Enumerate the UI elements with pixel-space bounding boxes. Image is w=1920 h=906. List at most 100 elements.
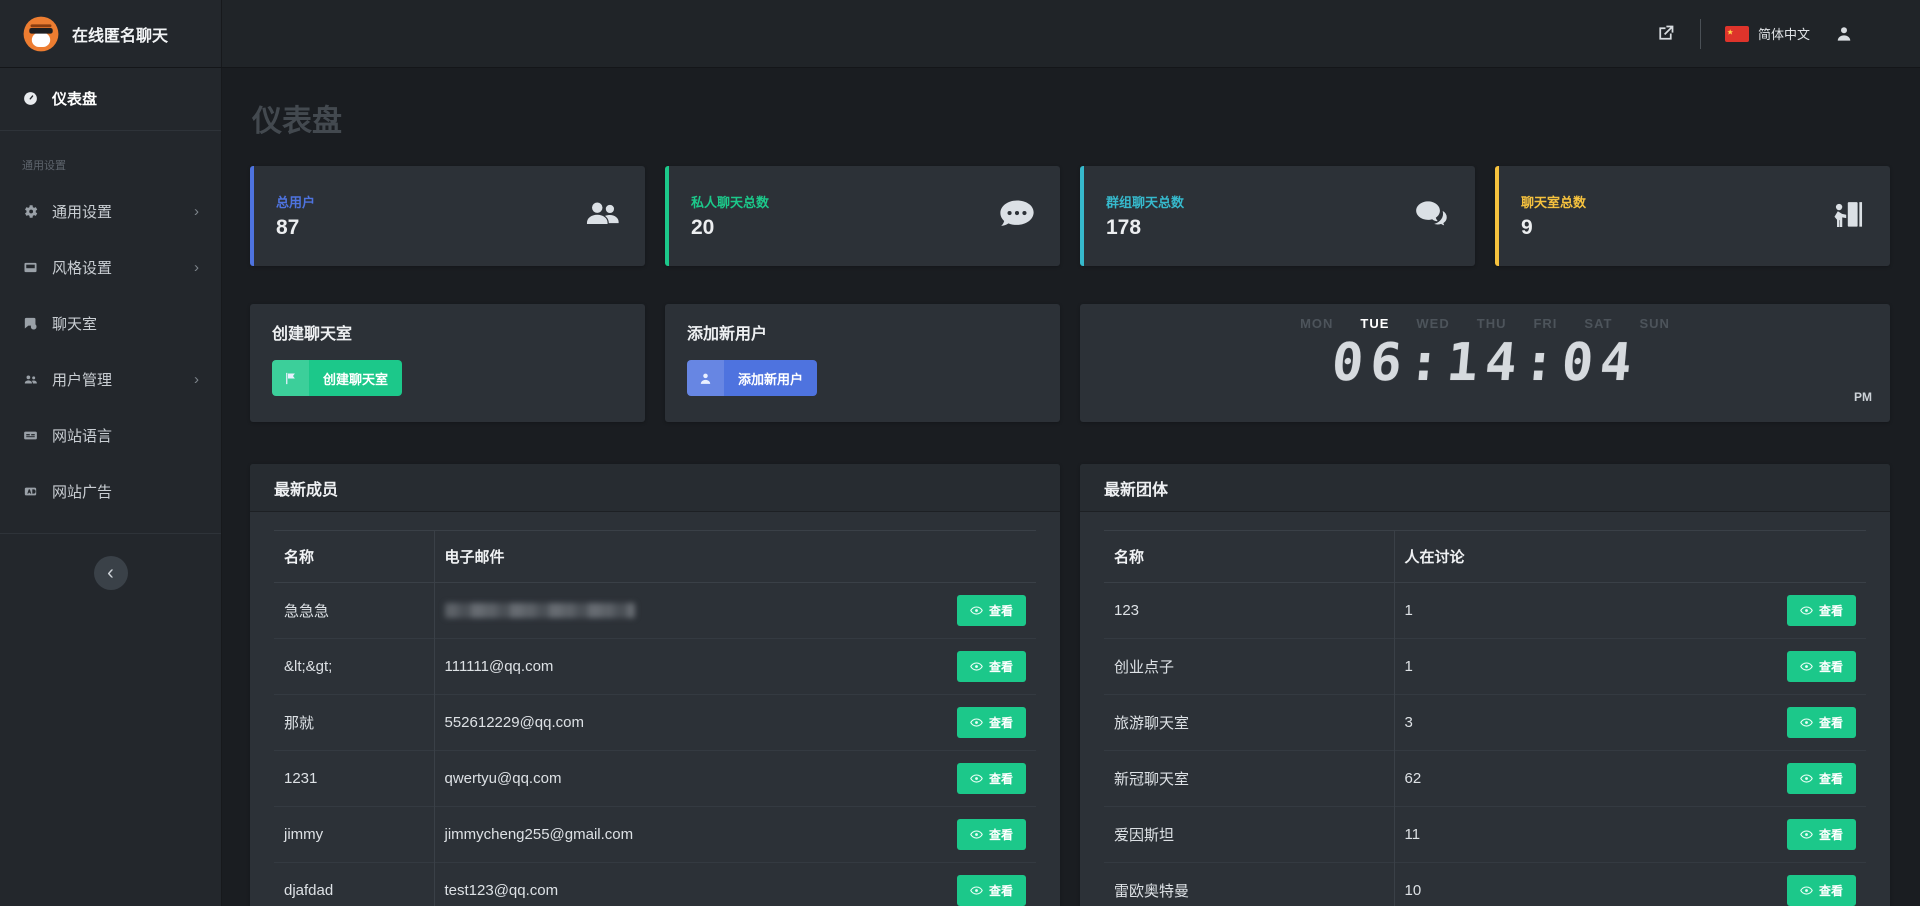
eye-icon	[1800, 660, 1813, 673]
member-email: test123@qq.com	[434, 863, 946, 906]
app-brand[interactable]: 在线匿名聊天	[0, 0, 222, 67]
clock-day: SAT	[1584, 316, 1612, 331]
eye-icon	[970, 604, 983, 617]
latest-members-card: 最新成员 名称 电子邮件 急急急查看&lt;&gt;111111@qq.com查…	[250, 464, 1060, 906]
view-button[interactable]: 查看	[957, 651, 1026, 682]
view-button[interactable]: 查看	[957, 819, 1026, 850]
member-row: 1231qwertyu@qq.com查看	[274, 751, 1036, 807]
view-button[interactable]: 查看	[1787, 875, 1856, 906]
stat-value: 20	[691, 216, 769, 240]
sidebar-item-label: 网站广告	[52, 481, 112, 502]
column-header-actions	[1776, 531, 1866, 583]
stat-card-group-chats: 群组聊天总数 178	[1080, 166, 1475, 266]
language-selector[interactable]: 简体中文	[1725, 24, 1810, 43]
latest-groups-title: 最新团体	[1104, 476, 1168, 500]
group-name: 爱因斯坦	[1104, 807, 1394, 863]
member-row: djafdadtest123@qq.com查看	[274, 863, 1036, 906]
create-room-button[interactable]: 创建聊天室	[272, 360, 402, 396]
dashboard-icon	[22, 89, 40, 107]
clock-card: MONTUEWEDTHUFRISATSUN 06:14:04 PM	[1080, 304, 1890, 422]
redacted-email	[445, 603, 635, 618]
sidebar-item-dashboard[interactable]: 仪表盘	[0, 76, 221, 120]
eye-icon	[1800, 604, 1813, 617]
groups-table: 名称 人在讨论 1231查看创业点子1查看旅游聊天室3查看新冠聊天室62查看爱因…	[1104, 530, 1866, 906]
users-icon	[22, 370, 40, 388]
column-header-actions	[946, 531, 1036, 583]
sidebar-item-user-management[interactable]: 用户管理 ›	[0, 351, 221, 407]
group-name: 雷欧奥特曼	[1104, 863, 1394, 906]
view-button[interactable]: 查看	[1787, 651, 1856, 682]
group-row: 爱因斯坦11 查看	[1104, 807, 1866, 863]
sidebar-item-site-language[interactable]: 网站语言	[0, 407, 221, 463]
latest-groups-card: 最新团体 名称 人在讨论 1231查看创业点子1查看旅游聊天室3查看新冠聊天室6…	[1080, 464, 1890, 906]
sidebar-item-label: 用户管理	[52, 369, 112, 390]
sidebar-collapse-button[interactable]: ‹	[94, 556, 128, 590]
sidebar-item-site-ads[interactable]: 网站广告	[0, 463, 221, 519]
stat-label: 私人聊天总数	[691, 192, 769, 211]
stat-card-total-rooms: 聊天室总数 9	[1495, 166, 1890, 266]
member-name: jimmy	[274, 807, 434, 863]
eye-icon	[970, 660, 983, 673]
users-group-icon	[581, 195, 623, 238]
view-button[interactable]: 查看	[957, 707, 1026, 738]
sidebar-section-label: 通用设置	[0, 131, 221, 183]
tables-row: 最新成员 名称 电子邮件 急急急查看&lt;&gt;111111@qq.com查…	[250, 464, 1890, 906]
view-button[interactable]: 查看	[1787, 763, 1856, 794]
view-button[interactable]: 查看	[957, 595, 1026, 626]
sidebar-item-label: 风格设置	[52, 257, 112, 278]
create-room-card: 创建聊天室 创建聊天室	[250, 304, 645, 422]
sidebar-item-general-settings[interactable]: 通用设置 ›	[0, 183, 221, 239]
group-row: 1231查看	[1104, 583, 1866, 639]
view-button[interactable]: 查看	[957, 763, 1026, 794]
add-user-title: 添加新用户	[687, 320, 1038, 344]
flag-icon	[1725, 26, 1749, 42]
topbar-divider	[1700, 19, 1701, 49]
eye-icon	[970, 772, 983, 785]
group-count: 1	[1394, 583, 1776, 639]
eye-icon	[970, 884, 983, 897]
door-open-icon	[1826, 195, 1868, 238]
ad-icon	[22, 482, 40, 500]
column-header-name: 名称	[274, 531, 434, 583]
create-room-button-label: 创建聊天室	[309, 360, 402, 396]
member-name: &lt;&gt;	[274, 639, 434, 695]
stat-card-total-users: 总用户 87	[250, 166, 645, 266]
topbar-actions: 简体中文	[1655, 0, 1920, 67]
user-icon[interactable]	[1834, 24, 1854, 44]
sidebar-item-label: 通用设置	[52, 201, 112, 222]
app-title: 在线匿名聊天	[72, 22, 168, 46]
column-header-name: 名称	[1104, 531, 1394, 583]
main-content: 仪表盘 总用户 87 私人聊天总数 20	[222, 68, 1920, 906]
view-button[interactable]: 查看	[1787, 707, 1856, 738]
sidebar-footer: ‹	[0, 533, 221, 590]
group-count: 11	[1394, 807, 1776, 863]
sidebar-nav: 通用设置 › 风格设置 › 聊天室 用户管理	[0, 183, 221, 519]
sidebar-item-style-settings[interactable]: 风格设置 ›	[0, 239, 221, 295]
gear-icon	[22, 202, 40, 220]
view-button[interactable]: 查看	[957, 875, 1026, 906]
member-email: jimmycheng255@gmail.com	[434, 807, 946, 863]
clock-meridiem: PM	[1854, 390, 1872, 404]
external-link-icon[interactable]	[1655, 23, 1676, 44]
view-button[interactable]: 查看	[1787, 819, 1856, 850]
clock-day: THU	[1477, 316, 1507, 331]
eye-icon	[1800, 716, 1813, 729]
stat-value: 87	[276, 216, 315, 240]
group-name: 创业点子	[1104, 639, 1394, 695]
member-row: jimmyjimmycheng255@gmail.com 查看	[274, 807, 1036, 863]
stat-card-private-chats: 私人聊天总数 20	[665, 166, 1060, 266]
eye-icon	[1800, 884, 1813, 897]
add-user-card: 添加新用户 添加新用户	[665, 304, 1060, 422]
page-title: 仪表盘	[252, 96, 1890, 140]
column-header-email: 电子邮件	[434, 531, 946, 583]
add-user-button[interactable]: 添加新用户	[687, 360, 817, 396]
member-row: &lt;&gt;111111@qq.com查看	[274, 639, 1036, 695]
member-email: 552612229@qq.com	[434, 695, 946, 751]
latest-groups-header: 最新团体	[1080, 464, 1890, 512]
view-button[interactable]: 查看	[1787, 595, 1856, 626]
stat-value: 178	[1106, 216, 1184, 240]
user-icon	[687, 360, 724, 396]
sidebar-item-chatrooms[interactable]: 聊天室	[0, 295, 221, 351]
clock-days: MONTUEWEDTHUFRISATSUN	[1300, 316, 1670, 331]
language-icon	[22, 426, 40, 444]
